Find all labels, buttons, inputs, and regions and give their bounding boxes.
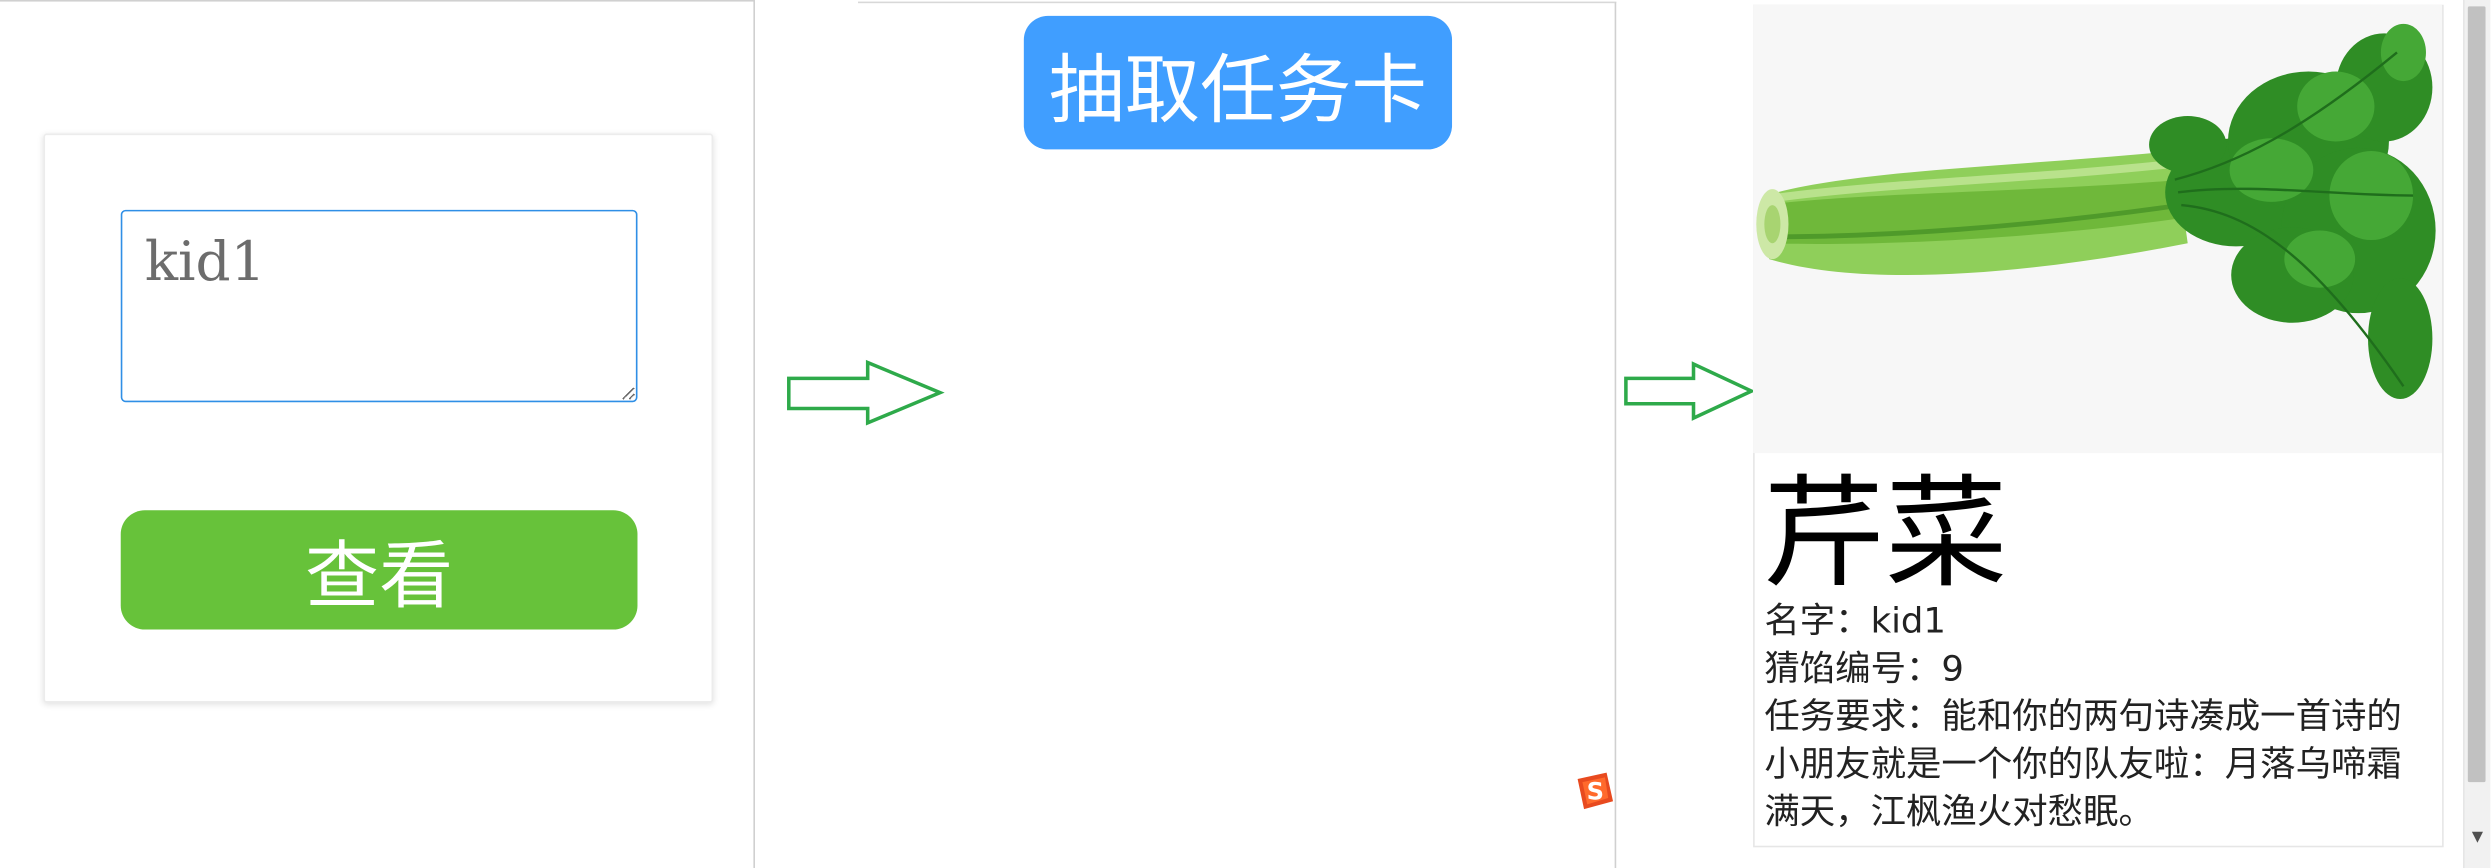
sogou-ime-icon[interactable]: S bbox=[1571, 769, 1616, 814]
scrollbar-thumb[interactable] bbox=[2467, 6, 2486, 783]
task-card-requirement: 任务要求：能和你的两句诗凑成一首诗的小朋友就是一个你的队友啦：月落乌啼霜满天，江… bbox=[1764, 697, 2402, 834]
view-button[interactable]: 查看 bbox=[120, 510, 638, 630]
name-input[interactable]: kid1 bbox=[120, 209, 638, 403]
scroll-down-arrow-icon[interactable]: ▼ bbox=[2466, 827, 2489, 849]
task-card-title: 芹菜 bbox=[1762, 462, 2008, 605]
task-card-name: 名字：kid1 bbox=[1764, 602, 1946, 643]
right-arrow-icon bbox=[1623, 361, 1758, 425]
celery-image bbox=[1753, 4, 2443, 454]
screenshot-canvas: kid1 查看 抽取任务卡 S 芹菜 名字：kid1 猜馅编号：9 任务要求：能… bbox=[0, 0, 2492, 868]
svg-text:S: S bbox=[1587, 778, 1604, 806]
task-card-riddle-number: 猜馅编号：9 bbox=[1764, 650, 1964, 690]
draw-task-card-button[interactable]: 抽取任务卡 bbox=[1023, 15, 1453, 150]
